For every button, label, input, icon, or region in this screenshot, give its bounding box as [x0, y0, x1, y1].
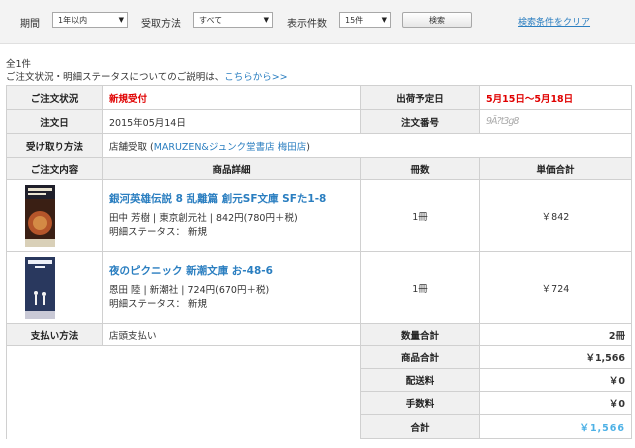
chevron-down-icon: ▼ — [118, 16, 124, 24]
grand-total-value: ￥1,566 — [479, 414, 632, 439]
ship-date-header: 出荷予定日 — [360, 85, 480, 110]
order-date: 2015年05月14日 — [102, 109, 361, 134]
table-row: 銀河英雄伝説 8 乱離篇 創元SF文庫 SFた1-8 田中 芳樹 | 東京創元社… — [6, 179, 632, 252]
pickup-header: 受け取り方法 — [6, 133, 103, 158]
ship-date: 5月15日～5月18日 — [479, 85, 632, 110]
item-price: ￥842 — [479, 179, 632, 252]
pickup-method: 店舗受取 (MARUZEN&ジュンク堂書店 梅田店) — [102, 133, 632, 158]
goods-total-value: ￥1,566 — [479, 345, 632, 369]
details-header: 商品詳細 — [102, 157, 361, 180]
item-cover-cell — [6, 179, 103, 252]
chevron-down-icon: ▼ — [263, 16, 269, 24]
qty-header: 冊数 — [360, 157, 480, 180]
grand-total-label: 合計 — [360, 414, 480, 439]
price-header: 単価合計 — [479, 157, 632, 180]
fee-label: 手数料 — [360, 391, 480, 415]
item-meta: 恩田 陸 | 新潮社 | 724円(670円＋税) — [109, 285, 270, 296]
order-number-header: 注文番号 — [360, 109, 480, 134]
payment-header: 支払い方法 — [6, 323, 103, 346]
order-status: 新規受付 — [102, 85, 361, 110]
pickup-suffix: ) — [306, 141, 310, 153]
receive-label: 受取方法 — [141, 19, 181, 30]
receive-select-value: すべて — [199, 16, 223, 25]
count-select[interactable]: 15件 ▼ — [339, 12, 391, 28]
item-details: 銀河英雄伝説 8 乱離篇 創元SF文庫 SFた1-8 田中 芳樹 | 東京創元社… — [102, 179, 361, 252]
totals-spacer — [6, 345, 361, 439]
item-qty: 1冊 — [360, 251, 480, 324]
status-header: ご注文状況 — [6, 85, 103, 110]
item-qty: 1冊 — [360, 179, 480, 252]
chevron-down-icon: ▼ — [381, 16, 387, 24]
order-date-header: 注文日 — [6, 109, 103, 134]
book-cover-image[interactable] — [25, 185, 55, 247]
book-cover-image[interactable] — [25, 257, 55, 319]
table-row: 夜のピクニック 新潮文庫 お-48-6 恩田 陸 | 新潮社 | 724円(67… — [6, 251, 632, 324]
item-meta: 田中 芳樹 | 東京創元社 | 842円(780円＋税) — [109, 213, 298, 224]
contents-header: ご注文内容 — [6, 157, 103, 180]
status-explanation: ご注文状況・明細ステータスについてのご説明は、こちらから>> — [6, 69, 288, 83]
goods-total-label: 商品合計 — [360, 345, 480, 369]
explanation-link[interactable]: こちらから>> — [224, 72, 287, 83]
qty-total-label: 数量合計 — [360, 323, 480, 346]
pickup-prefix: 店舗受取 ( — [109, 141, 154, 153]
result-count: 全1件 — [6, 59, 32, 70]
filter-bar: 期間 1年以内 ▼ 受取方法 すべて ▼ 表示件数 15件 ▼ 検索 検索条件を… — [0, 0, 635, 44]
status-explanation-text: ご注文状況・明細ステータスについてのご説明は、 — [6, 72, 225, 83]
count-label: 表示件数 — [287, 19, 327, 30]
payment-method: 店頭支払い — [102, 323, 361, 346]
item-title-link[interactable]: 銀河英雄伝説 8 乱離篇 創元SF文庫 SFた1-8 — [109, 191, 354, 206]
shipping-value: ￥0 — [479, 368, 632, 392]
pickup-store-link[interactable]: MARUZEN&ジュンク堂書店 梅田店 — [154, 142, 306, 153]
qty-total-value: 2冊 — [479, 323, 632, 346]
item-title-link[interactable]: 夜のピクニック 新潮文庫 お-48-6 — [109, 263, 354, 278]
order-table: ご注文状況 新規受付 出荷予定日 5月15日～5月18日 注文日 2015年05… — [6, 85, 632, 439]
item-cover-cell — [6, 251, 103, 324]
order-number: 9Ā?t3g8 — [479, 109, 632, 134]
item-details: 夜のピクニック 新潮文庫 お-48-6 恩田 陸 | 新潮社 | 724円(67… — [102, 251, 361, 324]
receive-select[interactable]: すべて ▼ — [193, 12, 273, 28]
shipping-label: 配送料 — [360, 368, 480, 392]
count-select-value: 15件 — [345, 16, 364, 25]
period-label: 期間 — [20, 19, 40, 30]
period-select-value: 1年以内 — [58, 16, 88, 25]
item-status: 明細ステータス： 新規 — [109, 227, 208, 238]
item-status: 明細ステータス： 新規 — [109, 299, 208, 310]
item-price: ￥724 — [479, 251, 632, 324]
search-button[interactable]: 検索 — [402, 12, 472, 28]
fee-value: ￥0 — [479, 391, 632, 415]
period-select[interactable]: 1年以内 ▼ — [52, 12, 128, 28]
clear-filters-link[interactable]: 検索条件をクリア — [518, 15, 590, 28]
